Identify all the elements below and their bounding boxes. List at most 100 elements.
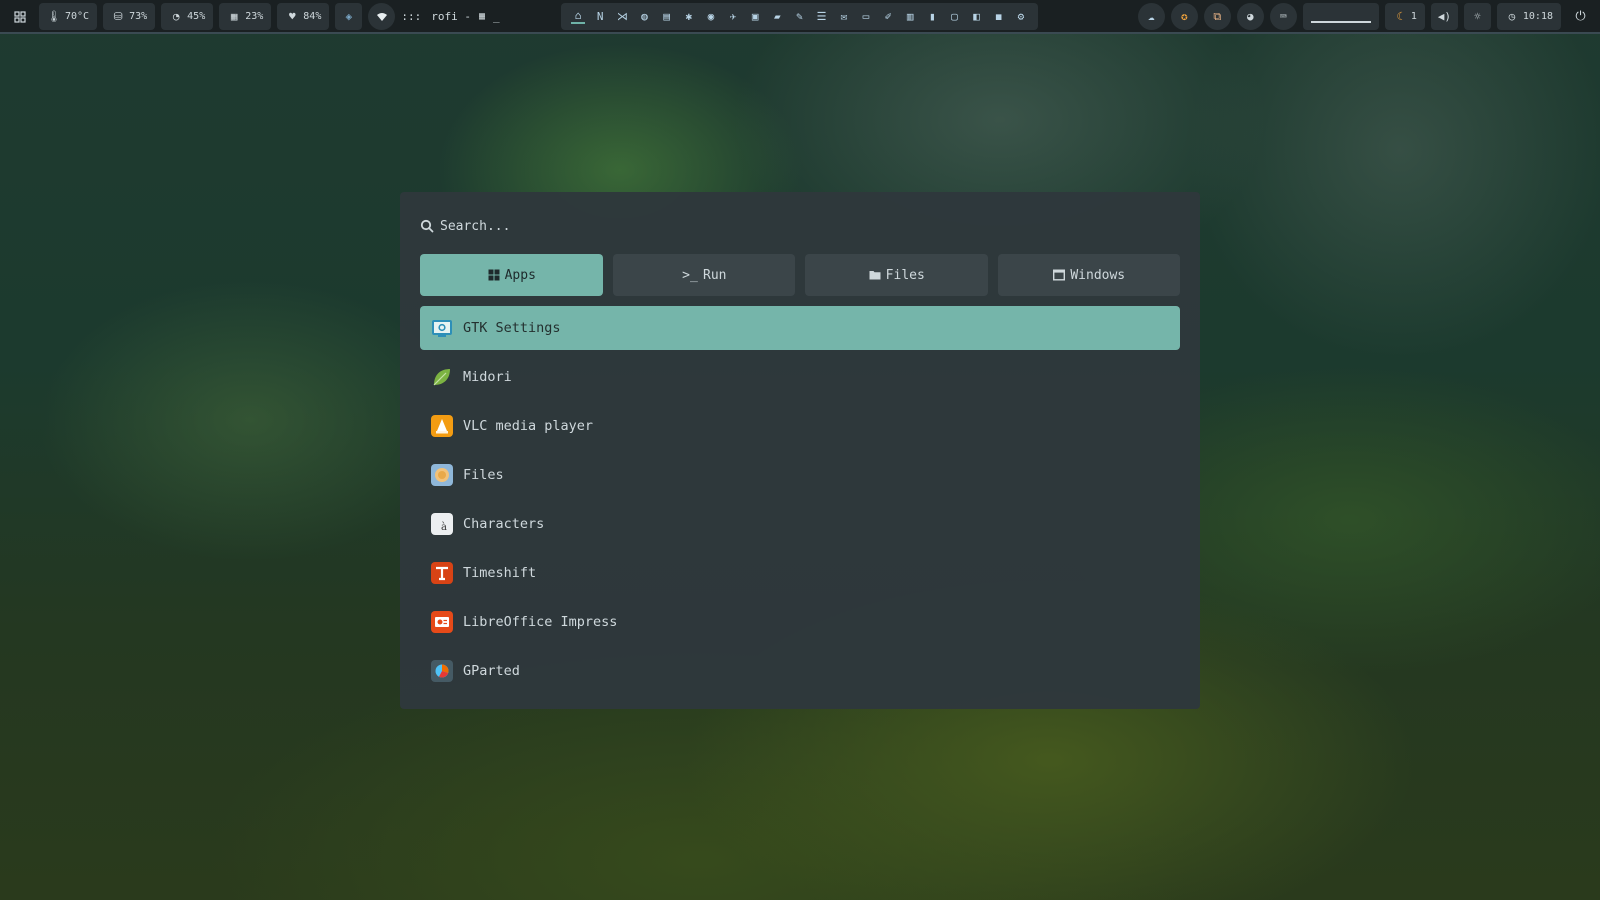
mode-apps[interactable]: Apps	[420, 254, 603, 296]
monitor-icon[interactable]: ▢	[947, 10, 961, 24]
screenshot-icon: ⧉	[1213, 9, 1222, 23]
wifi-button[interactable]	[368, 3, 396, 30]
mode-files[interactable]: Files	[805, 254, 988, 296]
app-list: GTK Settings Midori VLC media player Fil…	[420, 306, 1180, 693]
mode-apps-label: Apps	[504, 267, 536, 283]
slides-icon[interactable]: ▥	[903, 10, 917, 24]
power-button[interactable]: ⏻	[1567, 3, 1594, 30]
search-icon	[420, 219, 434, 233]
eye-slash-icon: ◈	[345, 10, 353, 23]
impress-icon	[431, 611, 453, 633]
characters-glyph: à	[441, 521, 447, 533]
eye-button[interactable]: ◈	[335, 3, 363, 30]
sun-icon: ☼	[1474, 10, 1481, 23]
notifications-count: 1	[1410, 11, 1417, 22]
wifi-icon	[375, 10, 389, 24]
mode-windows-label: Windows	[1070, 267, 1126, 283]
list-icon[interactable]: ☰	[815, 10, 829, 24]
window-title: rofi -	[431, 10, 471, 23]
top-bar-right: ☁ ✪ ⧉ ◕ ⌨ ☾ 1 ◀) ☼ ◷ 10:18 ⏻	[1137, 3, 1594, 30]
mode-windows[interactable]: Windows	[997, 254, 1180, 296]
terminal-prompt-icon: >_	[682, 267, 698, 283]
github-icon[interactable]: ◉	[704, 10, 718, 24]
notes-button[interactable]: ✪	[1170, 3, 1198, 30]
search-input[interactable]	[440, 218, 1040, 234]
settings-icon[interactable]: ⚙	[1014, 10, 1028, 24]
characters-app-icon: à	[431, 513, 453, 535]
apps-grid-icon	[487, 268, 501, 282]
temperature-value: 70°C	[65, 11, 90, 22]
clock-icon: ◷	[1508, 10, 1516, 23]
memory-value: 23%	[245, 11, 264, 22]
cloud-button[interactable]: ☁	[1137, 3, 1165, 30]
search-bar	[420, 212, 1180, 240]
heart-icon: ♥	[288, 10, 296, 23]
timeshift-icon	[431, 562, 453, 584]
cpu-value: 45%	[187, 11, 206, 22]
list-item-libreoffice-impress[interactable]: LibreOffice Impress	[420, 600, 1180, 644]
gparted-icon	[431, 660, 453, 682]
moon-icon: ☾	[1396, 10, 1404, 23]
list-item-gparted[interactable]: GParted	[420, 649, 1180, 693]
clock-widget[interactable]: ◷ 10:18	[1496, 3, 1561, 30]
record-icon[interactable]: ◼	[992, 10, 1006, 24]
browser-icon[interactable]: ◍	[637, 10, 651, 24]
notifications-widget[interactable]: ☾ 1	[1384, 3, 1425, 30]
workspace-prefix: :::	[401, 10, 422, 23]
edit-icon[interactable]: ✎	[792, 10, 806, 24]
bird-icon[interactable]: ✈	[726, 10, 740, 24]
mode-files-label: Files	[885, 267, 925, 283]
bug-icon[interactable]: ✱	[682, 10, 696, 24]
folder-icon[interactable]: ▰	[770, 10, 784, 24]
volume-icon: ◀)	[1437, 10, 1452, 23]
keyboard-button[interactable]: ⌨	[1269, 3, 1297, 30]
memory-widget[interactable]: ▦ 23%	[219, 3, 272, 30]
disk-value: 73%	[129, 11, 148, 22]
gauge-icon: ◔	[172, 10, 180, 23]
brightness-slider[interactable]	[1302, 3, 1379, 30]
sidebar-icon[interactable]: ◧	[970, 10, 984, 24]
terminal-icon[interactable]: ▣	[748, 10, 762, 24]
video-icon[interactable]: ▭	[859, 10, 873, 24]
star-badge-icon: ✪	[1181, 10, 1188, 23]
thermometer-icon: 🌡	[47, 10, 61, 23]
midori-leaf-icon	[431, 366, 453, 388]
clock-value: 10:18	[1522, 11, 1553, 22]
list-item-timeshift[interactable]: Timeshift	[420, 551, 1180, 595]
top-bar-left: 🌡 70°C ⛁ 73% ◔ 45% ▦ 23% ♥ 84% ◈ ::: rof…	[6, 3, 500, 30]
list-item-characters[interactable]: à Characters	[420, 502, 1180, 546]
cpu-widget[interactable]: ◔ 45%	[161, 3, 214, 30]
list-item-label: GTK Settings	[463, 320, 561, 336]
home-icon[interactable]: ⌂	[571, 9, 586, 24]
vscode-icon[interactable]: ⋊	[615, 10, 629, 24]
neovim-icon[interactable]: N	[593, 10, 607, 24]
palette-icon: ◕	[1247, 10, 1254, 23]
list-item-midori[interactable]: Midori	[420, 355, 1180, 399]
screenshot-button[interactable]: ⧉	[1203, 3, 1231, 30]
battery-widget[interactable]: ♥ 84%	[277, 3, 330, 30]
list-item-label: GParted	[463, 663, 520, 679]
list-item-label: Midori	[463, 369, 512, 385]
palette-button[interactable]: ◕	[1236, 3, 1264, 30]
list-item-vlc[interactable]: VLC media player	[420, 404, 1180, 448]
slider-track[interactable]	[1310, 20, 1371, 23]
document-icon[interactable]: ▤	[660, 10, 674, 24]
volume-button[interactable]: ◀)	[1430, 3, 1458, 30]
list-item-files[interactable]: Files	[420, 453, 1180, 497]
mode-run[interactable]: >_ Run	[612, 254, 795, 296]
list-item-label: Files	[463, 467, 504, 483]
temperature-widget[interactable]: 🌡 70°C	[39, 3, 98, 30]
gtk-settings-icon	[431, 317, 453, 339]
draw-icon[interactable]: ✐	[881, 10, 895, 24]
brightness-button[interactable]: ☼	[1463, 3, 1491, 30]
list-item-gtk-settings[interactable]: GTK Settings	[420, 306, 1180, 350]
disk-icon: ⛁	[113, 10, 123, 23]
window-icon	[1052, 268, 1066, 282]
rofi-launcher: Apps >_ Run Files Windows GTK Settings	[400, 192, 1200, 709]
launcher-button[interactable]	[6, 3, 33, 30]
folder-icon	[868, 268, 882, 282]
mail-icon[interactable]: ✉	[837, 10, 851, 24]
disk-widget[interactable]: ⛁ 73%	[103, 3, 156, 30]
chart-icon[interactable]: ▮	[925, 10, 939, 24]
files-app-icon	[431, 464, 453, 486]
